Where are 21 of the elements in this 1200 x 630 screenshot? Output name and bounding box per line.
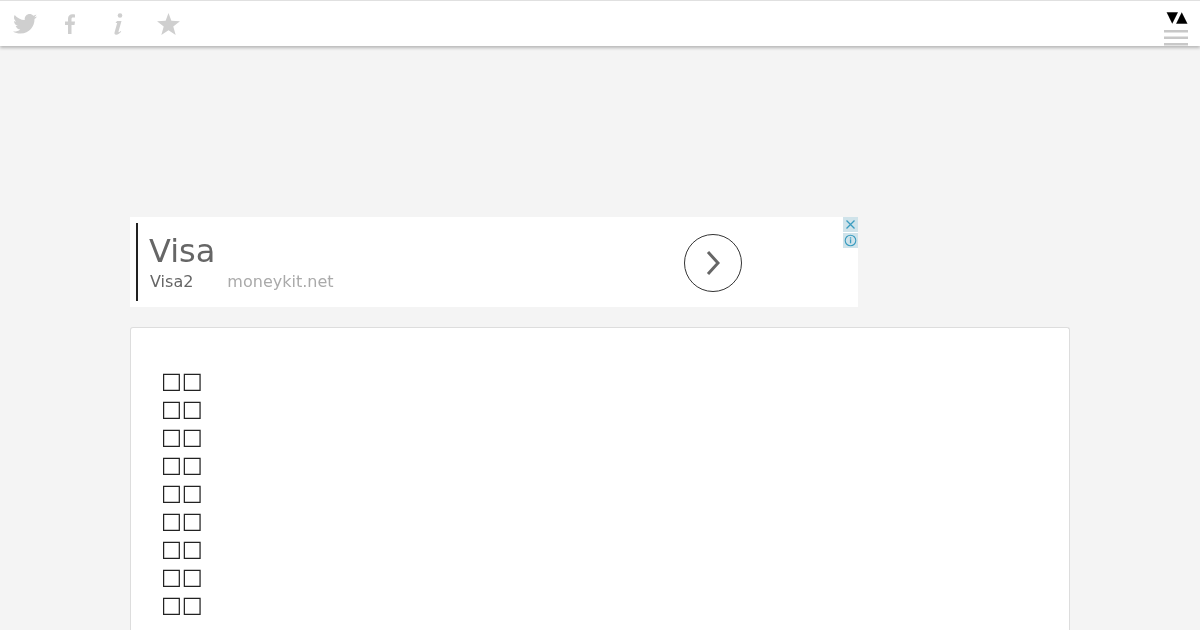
text-line: □□ [161, 535, 203, 563]
text-line: □□ [161, 563, 203, 591]
text-line: □□ [161, 423, 203, 451]
close-icon[interactable] [843, 217, 858, 232]
text-line: □□ [161, 367, 203, 395]
text-line: □□ [161, 479, 203, 507]
ad-title[interactable]: Visa [149, 232, 216, 269]
star-icon[interactable] [157, 12, 180, 35]
ad-subtitle: Visa2 [150, 271, 194, 292]
text-line: □□ [161, 591, 203, 619]
info-icon[interactable] [843, 233, 858, 248]
text-line: □□ [161, 451, 203, 479]
chevron-right-icon [706, 250, 720, 276]
text-line: □□ [161, 395, 203, 423]
info-icon[interactable] [113, 12, 123, 35]
bird-icon[interactable] [13, 13, 37, 34]
menu-icon[interactable] [1164, 30, 1188, 46]
ad-banner[interactable]: Visa Visa2 moneykit.net [130, 217, 858, 307]
sort-toggle[interactable]: ▼▲ [1166, 8, 1186, 26]
f-logo-icon[interactable] [65, 13, 75, 34]
text-line: □□ [161, 507, 203, 535]
